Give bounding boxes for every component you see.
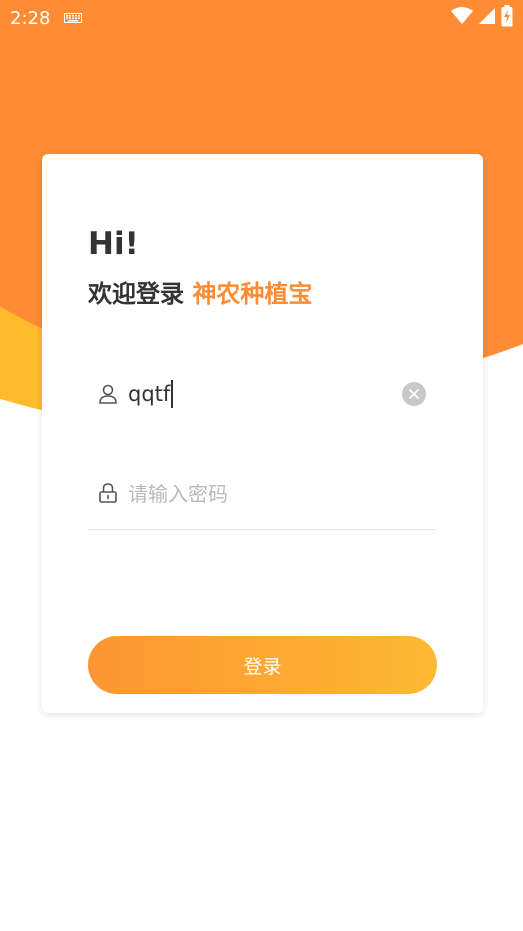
login-card: Hi! 欢迎登录 神农种植宝 qqtf 请输入密码 登录 [42, 154, 483, 713]
password-field[interactable]: 请输入密码 [88, 456, 436, 530]
username-input[interactable]: qqtf [128, 382, 170, 406]
signal-icon [479, 7, 495, 29]
password-input[interactable]: 请输入密码 [128, 478, 228, 507]
wifi-icon [451, 7, 473, 29]
close-icon [409, 389, 419, 399]
login-button[interactable]: 登录 [88, 636, 437, 694]
keyboard-icon [64, 13, 83, 23]
clear-input-button[interactable] [402, 382, 426, 406]
app-name: 神农种植宝 [192, 280, 313, 308]
status-bar: 2:28 [0, 0, 523, 36]
battery-icon [501, 5, 513, 31]
welcome-prefix: 欢迎登录 [88, 280, 184, 308]
greeting-title: Hi! [88, 226, 139, 262]
lock-icon [98, 482, 118, 504]
text-cursor [171, 380, 173, 408]
user-icon [98, 383, 118, 405]
login-screen: 2:28 Hi! 欢迎登录 神农种植宝 qqtf 请输入密码 登录 [0, 0, 523, 931]
status-time: 2:28 [10, 7, 51, 29]
username-field[interactable]: qqtf [88, 364, 436, 424]
welcome-text: 欢迎登录 神农种植宝 [88, 274, 312, 309]
